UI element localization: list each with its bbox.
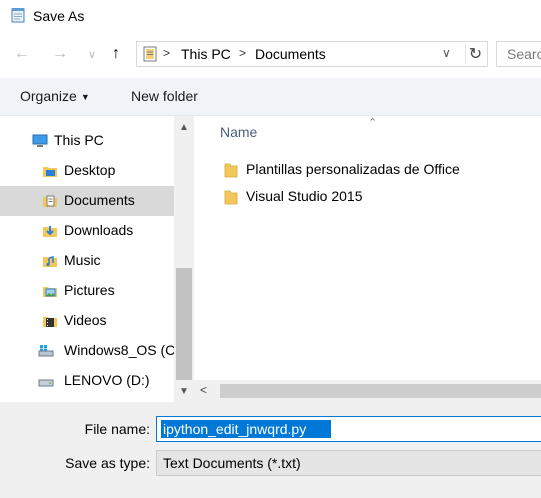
sort-ascending-icon: ⌃ bbox=[368, 117, 378, 129]
file-name-label: File name: bbox=[84, 421, 150, 437]
sidebar-item-label: Desktop bbox=[64, 162, 116, 178]
sidebar-item-label: Music bbox=[64, 252, 101, 268]
documents-folder-icon bbox=[43, 195, 57, 207]
documents-folder-icon bbox=[143, 46, 157, 62]
music-folder-icon bbox=[43, 256, 57, 267]
list-item[interactable]: Plantillas personalizadas de Office bbox=[220, 158, 520, 182]
notepad-icon bbox=[11, 8, 25, 23]
videos-folder-icon bbox=[43, 317, 57, 327]
scroll-left-icon[interactable]: < bbox=[200, 383, 207, 397]
sidebar-item-label: LENOVO (D:) bbox=[64, 372, 150, 388]
sidebar-item-downloads[interactable]: Downloads bbox=[0, 216, 174, 246]
sidebar-item-label: Documents bbox=[64, 192, 135, 208]
column-header-name[interactable]: Name bbox=[220, 124, 257, 140]
list-item[interactable]: Visual Studio 2015 bbox=[220, 185, 520, 209]
caret-down-icon: ▼ bbox=[80, 92, 90, 103]
file-name-field[interactable] bbox=[156, 416, 541, 442]
scrollbar-thumb[interactable] bbox=[220, 384, 541, 398]
sidebar-item-videos[interactable]: Videos bbox=[0, 306, 174, 336]
navigation-bar: ← → ∨ ↑ > This PC > Documents ∨ ↻ Searc bbox=[0, 32, 541, 76]
up-arrow-icon[interactable]: ↑ bbox=[106, 44, 126, 64]
title-bar: Save As bbox=[0, 0, 541, 32]
sidebar-item-label: Videos bbox=[64, 312, 107, 328]
sidebar-item-label: Downloads bbox=[64, 222, 134, 238]
address-bar[interactable]: > This PC > Documents ∨ ↻ bbox=[136, 41, 488, 67]
breadcrumb-chevron-icon[interactable]: > bbox=[163, 46, 170, 60]
drive-icon bbox=[38, 379, 54, 387]
command-bar: Organize ▼ New folder bbox=[0, 78, 541, 116]
file-name: Plantillas personalizadas de Office bbox=[246, 161, 460, 177]
navigation-pane-scrollbar[interactable]: ▲ ▼ bbox=[174, 116, 194, 402]
breadcrumb-chevron-icon[interactable]: > bbox=[239, 46, 246, 60]
computer-icon bbox=[32, 134, 48, 147]
save-form: File name: Save as type: Text Documents … bbox=[0, 402, 541, 498]
os-drive-icon bbox=[38, 345, 54, 357]
search-input[interactable]: Searc bbox=[496, 41, 541, 67]
folder-icon bbox=[224, 190, 238, 205]
address-dropdown-icon[interactable]: ∨ bbox=[442, 46, 451, 60]
sidebar-item-pictures[interactable]: Pictures bbox=[0, 276, 174, 306]
sidebar-item-this-pc[interactable]: This PC bbox=[0, 126, 174, 156]
organize-label: Organize bbox=[20, 88, 77, 104]
organize-button[interactable]: Organize ▼ bbox=[20, 88, 90, 104]
scroll-up-icon[interactable]: ▲ bbox=[174, 118, 194, 136]
search-placeholder: Searc bbox=[507, 46, 541, 62]
sidebar-item-label: Pictures bbox=[64, 282, 115, 298]
file-list-scrollbar[interactable]: < bbox=[194, 380, 541, 402]
file-list-pane: ⌃ Name Plantillas personalizadas de Offi… bbox=[194, 116, 541, 402]
sidebar-item-documents[interactable]: Documents bbox=[0, 186, 174, 216]
save-as-type-select[interactable]: Text Documents (*.txt) bbox=[156, 450, 541, 476]
save-as-type-label: Save as type: bbox=[65, 455, 150, 471]
file-name: Visual Studio 2015 bbox=[246, 188, 363, 204]
sidebar-item-lenovo-d[interactable]: LENOVO (D:) bbox=[0, 366, 174, 396]
back-arrow-icon[interactable]: ← bbox=[12, 44, 32, 64]
forward-arrow-icon[interactable]: → bbox=[50, 44, 70, 64]
sidebar-item-label: Windows8_OS (C bbox=[64, 342, 176, 358]
sidebar-item-windows8-os[interactable]: Windows8_OS (C bbox=[0, 336, 176, 366]
sidebar-item-music[interactable]: Music bbox=[0, 246, 174, 276]
desktop-folder-icon bbox=[43, 167, 57, 177]
refresh-icon[interactable]: ↻ bbox=[465, 44, 485, 64]
breadcrumb-documents[interactable]: Documents bbox=[255, 46, 326, 62]
navigation-pane: This PC Desktop Documents Downloads Musi… bbox=[0, 116, 194, 402]
file-name-input[interactable] bbox=[161, 420, 331, 438]
scroll-down-icon[interactable]: ▼ bbox=[174, 382, 194, 400]
folder-icon bbox=[224, 163, 238, 178]
scrollbar-thumb[interactable] bbox=[176, 268, 192, 380]
downloads-folder-icon bbox=[43, 226, 57, 237]
save-as-type-value: Text Documents (*.txt) bbox=[163, 455, 301, 471]
pictures-folder-icon bbox=[43, 287, 57, 297]
chevron-down-icon[interactable]: ∨ bbox=[82, 44, 102, 64]
new-folder-button[interactable]: New folder bbox=[131, 88, 198, 104]
window-title: Save As bbox=[33, 8, 85, 24]
sidebar-item-label: This PC bbox=[54, 132, 104, 148]
sidebar-item-desktop[interactable]: Desktop bbox=[0, 156, 174, 186]
breadcrumb-this-pc[interactable]: This PC bbox=[181, 46, 231, 62]
